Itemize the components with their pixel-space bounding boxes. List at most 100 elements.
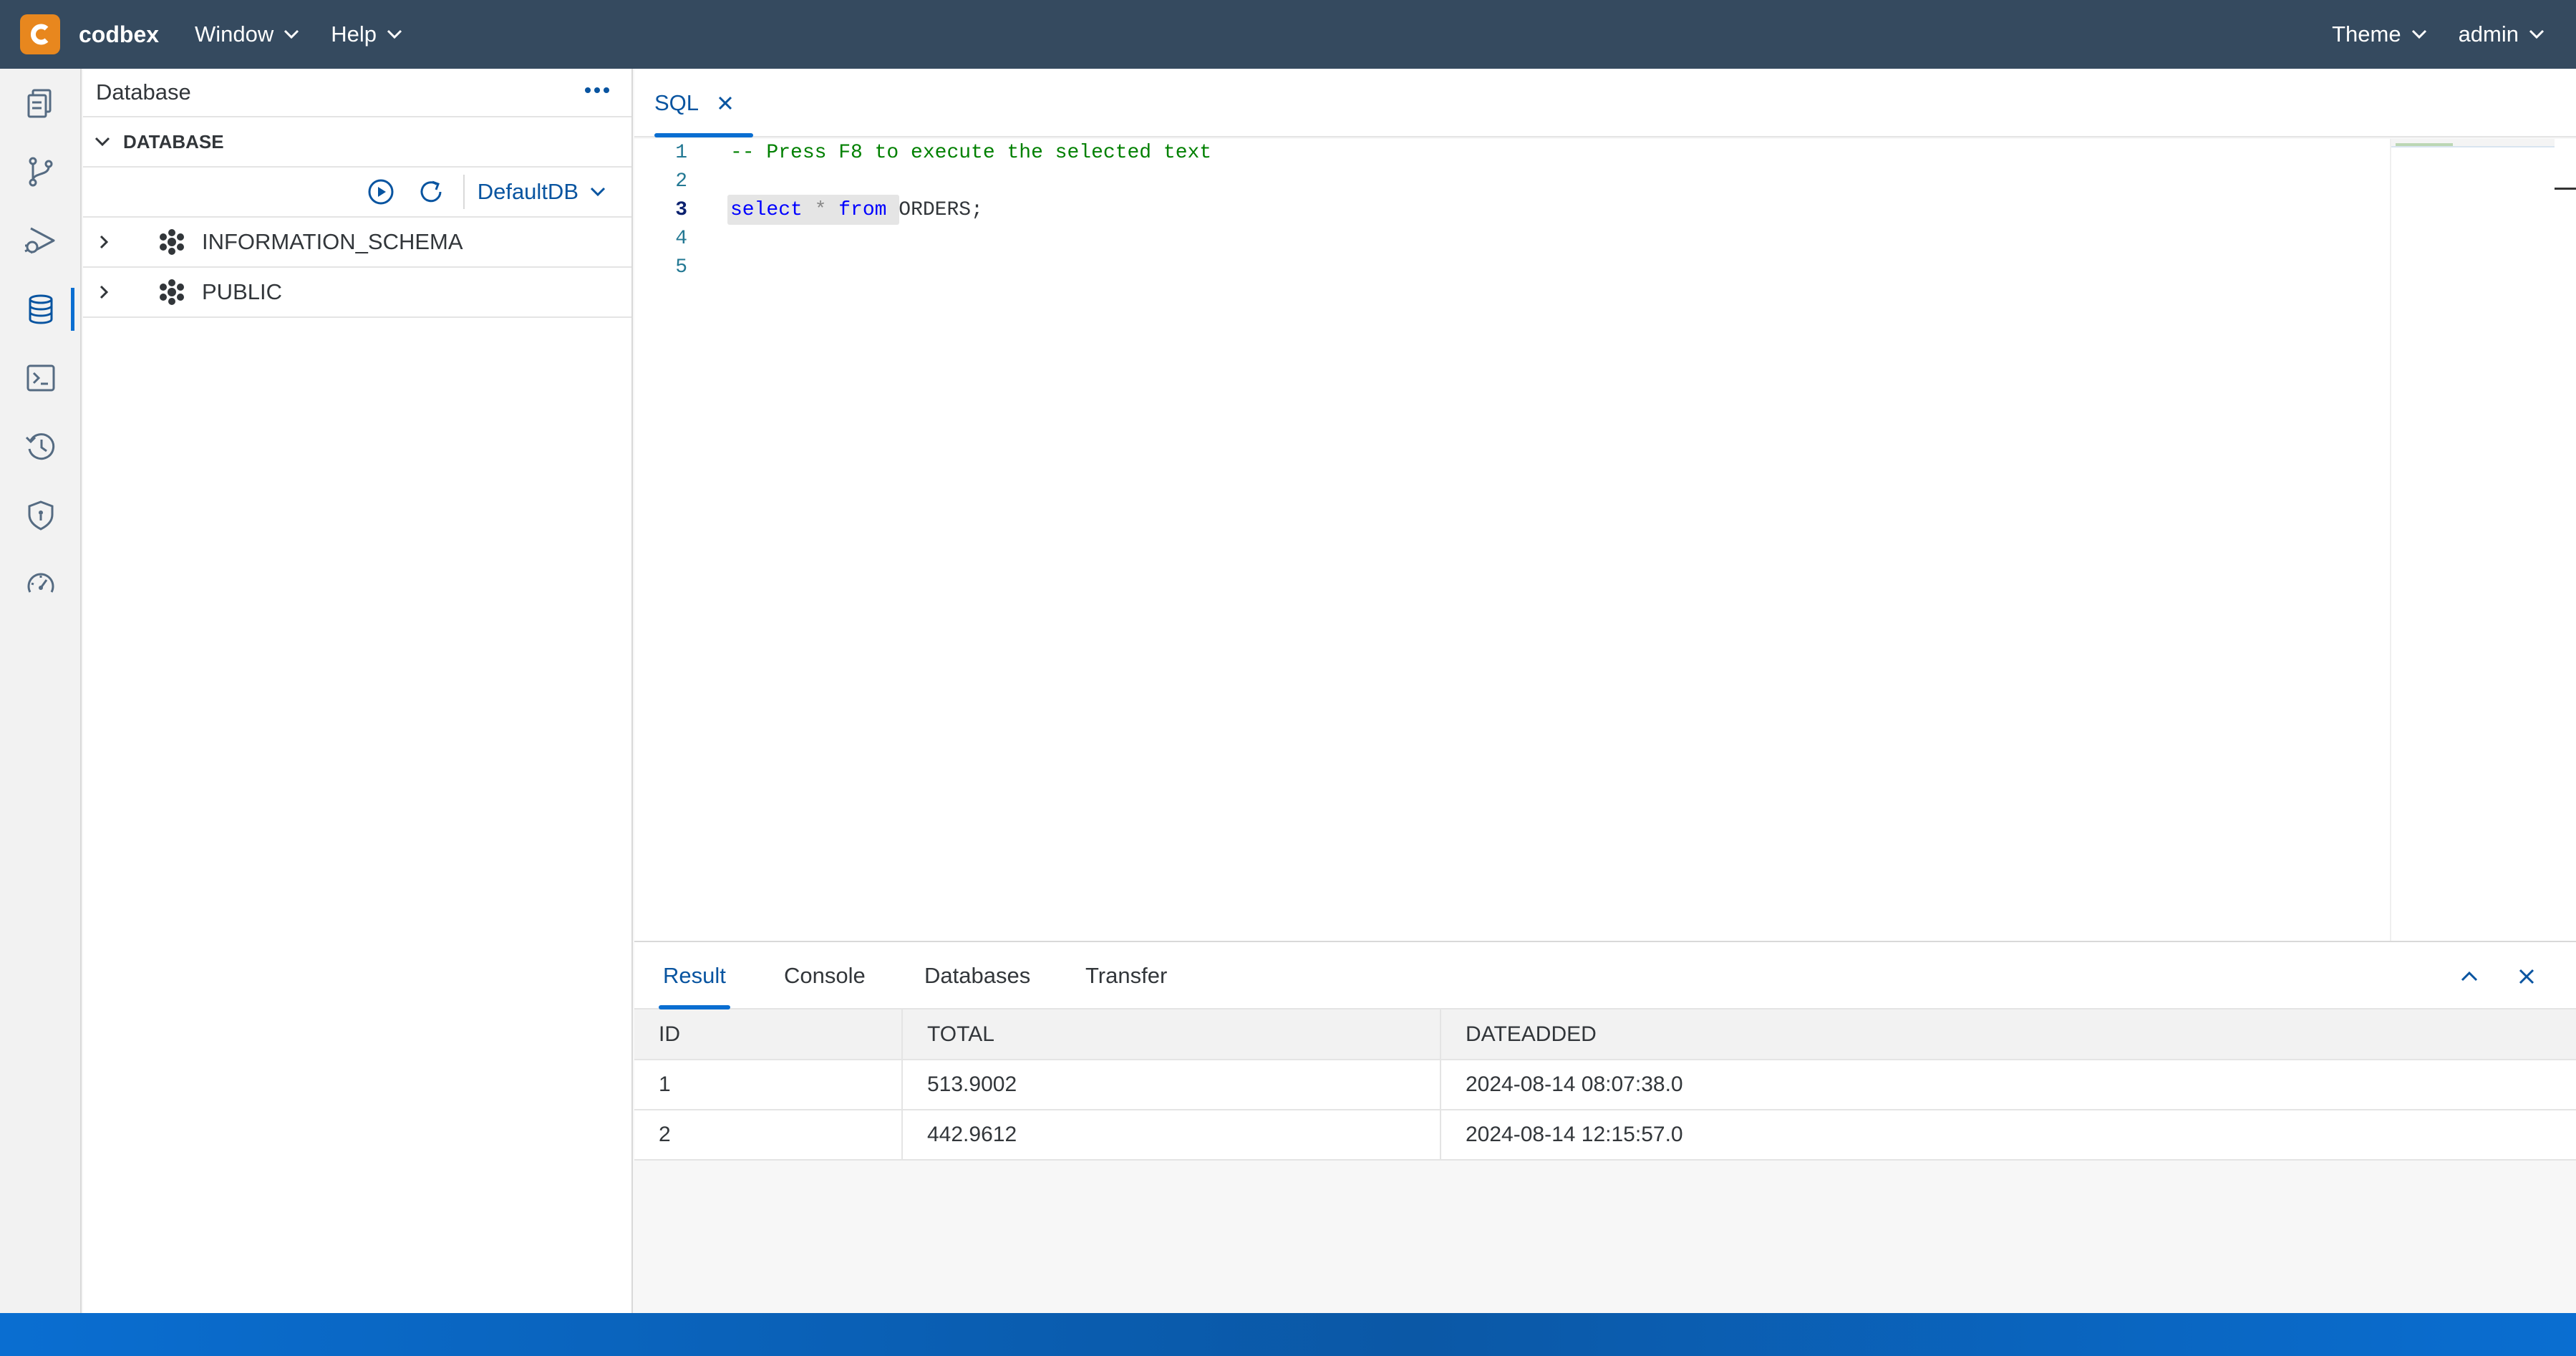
line-number-gutter: 1 2 3 4 5: [634, 139, 713, 941]
menu-window-label: Window: [195, 21, 274, 47]
chevron-down-icon: [387, 29, 402, 39]
line-number: 2: [675, 170, 687, 193]
table-header-row: ID TOTAL DATEADDED: [634, 1009, 2576, 1060]
sql-operator: *: [802, 199, 839, 221]
database-icon: [29, 294, 53, 324]
menu-help-label: Help: [331, 21, 377, 47]
tree-item-label: PUBLIC: [202, 279, 282, 304]
more-options-icon[interactable]: [584, 86, 610, 95]
tab-databases[interactable]: Databases: [924, 942, 1030, 1009]
speedometer-icon: [27, 573, 54, 593]
menu-theme-label: Theme: [2332, 21, 2401, 47]
tab-result[interactable]: Result: [659, 942, 730, 1009]
menu-theme[interactable]: Theme: [2332, 21, 2426, 47]
documents-icon: [27, 89, 52, 118]
play-circle-icon: [368, 179, 394, 205]
tab-transfer[interactable]: Transfer: [1085, 942, 1167, 1009]
close-icon[interactable]: [717, 95, 733, 111]
column-header[interactable]: DATEADDED: [1440, 1009, 2576, 1060]
refresh-button[interactable]: [406, 170, 456, 213]
database-section-header[interactable]: DATABASE: [83, 117, 631, 168]
menu-user-label: admin: [2458, 21, 2519, 47]
table-cell: 2: [634, 1110, 903, 1161]
result-panel: ID TOTAL DATEADDED 1 513.9002 2024-08-14…: [634, 1009, 2576, 1313]
table-row[interactable]: 1 513.9002 2024-08-14 08:07:38.0: [634, 1060, 2576, 1110]
line-number: 5: [675, 256, 687, 279]
datasource-select[interactable]: DefaultDB: [478, 179, 606, 205]
debug-run-icon: [24, 227, 55, 254]
shield-icon: [28, 500, 54, 531]
sql-editor[interactable]: 1 2 3 4 5 -- Press F8 to execute the sel…: [634, 139, 2576, 941]
top-shellbar: codbex Window Help Theme admin: [0, 0, 2576, 69]
chevron-up-icon: [2461, 971, 2478, 982]
activity-item-database[interactable]: [0, 275, 82, 344]
column-header[interactable]: ID: [634, 1009, 903, 1060]
chevron-right-icon[interactable]: [99, 234, 136, 250]
tree-item-schema[interactable]: INFORMATION_SCHEMA: [83, 218, 631, 268]
result-table: ID TOTAL DATEADDED 1 513.9002 2024-08-14…: [634, 1009, 2576, 1161]
bottom-panel-tab-bar: Result Console Databases Transfer: [634, 941, 2576, 1009]
codbex-logo[interactable]: [20, 14, 60, 54]
logo-c-icon: [31, 24, 49, 45]
shellbar-right: Theme admin: [2332, 21, 2576, 47]
table-cell: 2024-08-14 12:15:57.0: [1440, 1110, 2576, 1161]
table-cell: 513.9002: [902, 1060, 1441, 1110]
tab-databases-label: Databases: [924, 963, 1031, 988]
sql-table-name: ORDERS;: [886, 199, 983, 221]
explorer-header: Database: [83, 69, 631, 117]
chevron-down-icon: [284, 29, 299, 39]
code-comment-line: -- Press F8 to execute the selected text: [730, 142, 1212, 164]
terminal-icon: [26, 364, 55, 392]
tree-item-schema[interactable]: PUBLIC: [83, 268, 631, 318]
table-cell: 1: [634, 1060, 903, 1110]
menu-window[interactable]: Window: [195, 21, 299, 47]
activity-item-debug[interactable]: [0, 206, 82, 275]
activity-item-monitoring[interactable]: [0, 550, 82, 619]
table-row[interactable]: 2 442.9612 2024-08-14 12:15:57.0: [634, 1110, 2576, 1161]
tab-transfer-label: Transfer: [1085, 963, 1168, 988]
activity-item-security[interactable]: [0, 481, 82, 550]
menu-user[interactable]: admin: [2459, 21, 2544, 47]
close-panel-button[interactable]: [2509, 959, 2544, 994]
datasource-select-value: DefaultDB: [477, 179, 578, 204]
history-icon: [25, 433, 55, 460]
schema-icon: [158, 278, 186, 306]
tab-console[interactable]: Console: [784, 942, 866, 1009]
line-number: 1: [675, 142, 687, 164]
toolbar-separator: [463, 175, 465, 209]
table-cell: 2024-08-14 08:07:38.0: [1440, 1060, 2576, 1110]
chevron-down-icon: [95, 137, 110, 147]
database-section-label: DATABASE: [123, 130, 224, 152]
chevron-down-icon: [590, 187, 606, 197]
refresh-icon: [420, 180, 442, 203]
activity-item-history[interactable]: [0, 412, 82, 481]
column-header[interactable]: TOTAL: [902, 1009, 1441, 1060]
activity-bar: [0, 69, 82, 1313]
status-bar: [0, 1313, 2576, 1356]
activity-item-workspace[interactable]: [0, 69, 82, 137]
schema-icon: [158, 228, 186, 256]
tree-item-label: INFORMATION_SCHEMA: [202, 229, 463, 254]
maximize-panel-button[interactable]: [2452, 959, 2487, 994]
code-query-line: select * from ORDERS;: [730, 196, 983, 225]
brand-name: codbex: [79, 21, 160, 47]
chevron-right-icon[interactable]: [99, 284, 136, 300]
explorer-title: Database: [96, 79, 191, 105]
editor-minimap[interactable]: [2390, 139, 2555, 941]
editor-tab-bar: SQL: [634, 69, 2576, 137]
line-number: 4: [675, 228, 687, 250]
tab-sql[interactable]: SQL: [654, 69, 753, 137]
menu-help[interactable]: Help: [331, 21, 402, 47]
table-cell: 442.9612: [902, 1110, 1441, 1161]
tab-sql-label: SQL: [654, 90, 699, 115]
line-number-current: 3: [675, 199, 687, 221]
chevron-down-icon: [2411, 29, 2426, 39]
activity-item-git[interactable]: [0, 137, 82, 206]
tab-console-label: Console: [784, 963, 866, 988]
tab-result-label: Result: [663, 963, 726, 988]
execute-button[interactable]: [356, 170, 406, 213]
database-explorer: Database DATABASE DefaultDB INFORMATION_…: [83, 69, 633, 1313]
activity-item-terminal[interactable]: [0, 344, 82, 412]
scrollbar-marker[interactable]: [2555, 188, 2576, 190]
sql-keyword: from: [838, 199, 887, 221]
